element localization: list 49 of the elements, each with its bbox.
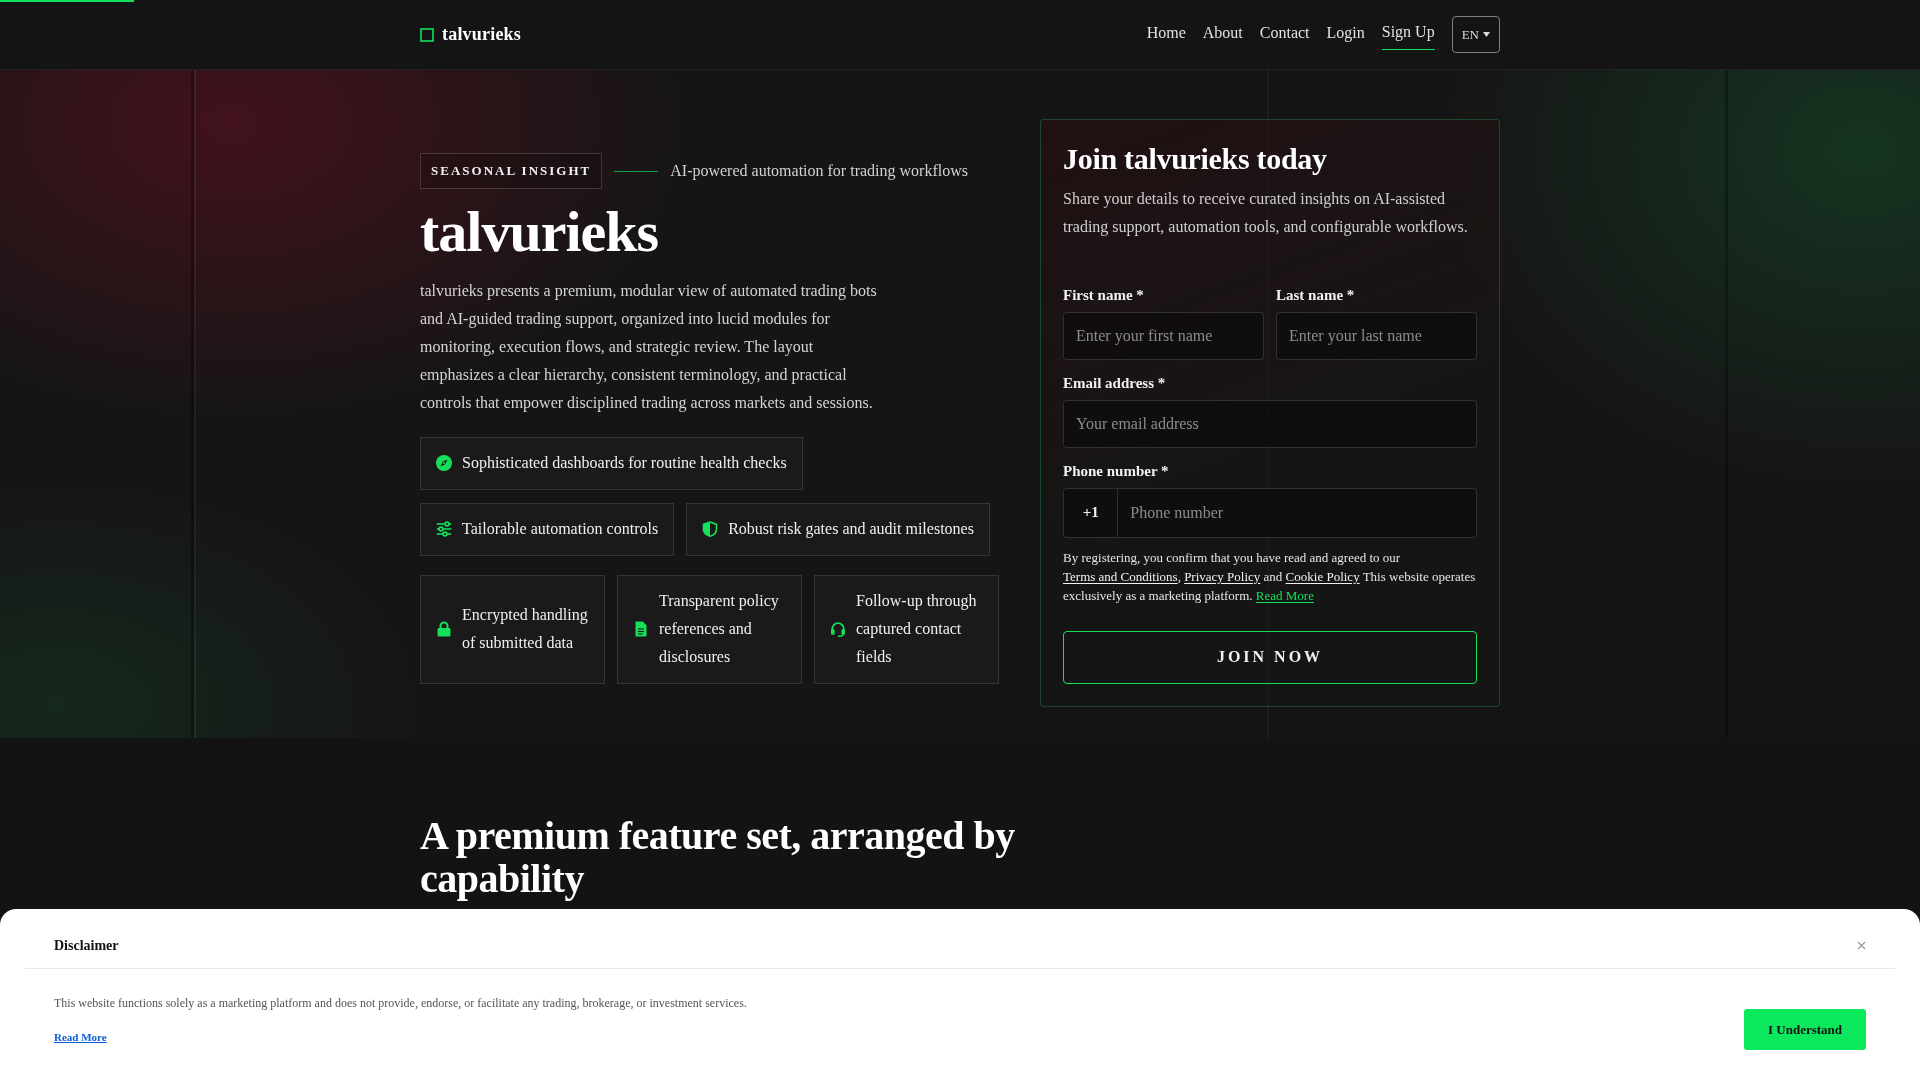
disclaimer-text: This website functions solely as a marketing platform and does not provide, endorse, or facilitate any trading, brokerage, or investment services. [54,994,747,1012]
form-intro: Share your details to receive curated insights on AI-assisted trading support, automation tools, and configurable workflows. [1063,188,1469,238]
hero-title: talvurieks [420,200,660,264]
caret-icon [1483,32,1490,37]
input-field[interactable]: Enter your first name [1063,311,1264,360]
section-heading: A premium feature set, arranged by capability [420,813,1016,900]
country-code: +1 [1063,487,1118,538]
nav-link[interactable]: Contact [1259,20,1310,49]
policy-link[interactable]: Terms and Conditions [1063,568,1178,584]
shield-icon [702,521,719,538]
field-label: Email address * [1063,373,1167,393]
close-button[interactable] [1857,941,1866,950]
feature-text: Transparent policy references and disclosures [659,591,780,668]
compass-icon [436,455,452,472]
policy-link[interactable]: Privacy Policy [1184,568,1261,584]
nav-link[interactable]: About [1202,20,1243,49]
feature-text: Encrypted handling of submitted data [462,605,589,654]
nav-link[interactable]: Home [1146,20,1186,49]
section-tag: SEASONAL INSIGHT [420,153,603,189]
headset-icon [830,621,846,638]
field-label: First name * [1063,285,1145,305]
hero-description: talvurieks presents a premium, modular view of automated trading bots and AI-guided trading support, organized into lucid modules for monitoring, execution flows, and strategic review. The layout emphasizes a clear hierarchy, consistent terminology, and practical controls that empower disciplined trading across markets and sessions. [420,280,878,414]
form-title: Join talvurieks today [1063,142,1328,177]
field-label: Last name * [1276,285,1356,305]
disclaimer-title: Disclaimer [54,937,119,955]
input-field[interactable]: Your email address [1063,399,1477,448]
logo-icon [420,27,434,42]
understand-button[interactable]: I Understand [1744,1009,1866,1050]
input-field[interactable]: Enter your last name [1276,311,1477,360]
phone-field[interactable]: Phone number [1117,487,1477,538]
language-button[interactable]: EN [1451,16,1500,53]
lock-icon [436,621,452,638]
field-label: Phone number * [1063,461,1170,481]
nav-link[interactable]: Sign Up [1381,19,1435,50]
read-more-link[interactable]: Read More [54,1030,107,1043]
feature-text: Tailorable automation controls [462,519,659,540]
nav-link[interactable]: Login [1326,20,1365,49]
tagline: AI-powered automation for trading workflows [670,161,968,182]
document-icon [633,621,649,638]
join-button[interactable]: JOIN NOW [1063,630,1477,684]
feature-text: Follow-up through captured contact fields [856,591,978,668]
sliders-icon [436,521,452,538]
feature-text: Sophisticated dashboards for routine health checks [462,453,787,474]
consent-text: By registering, you confirm that you have read and agreed to our Terms and Conditions, Privacy Policy and Cookie Policy This website operates exclusively as a marketing platform. Read More [1063,548,1477,605]
feature-text: Robust risk gates and audit milestones [728,519,974,540]
brand-link[interactable]: talvurieks [420,21,521,48]
policy-link[interactable]: Cookie Policy [1285,568,1360,584]
close-icon [1857,941,1866,950]
read-more-link[interactable]: Read More [1255,587,1314,603]
